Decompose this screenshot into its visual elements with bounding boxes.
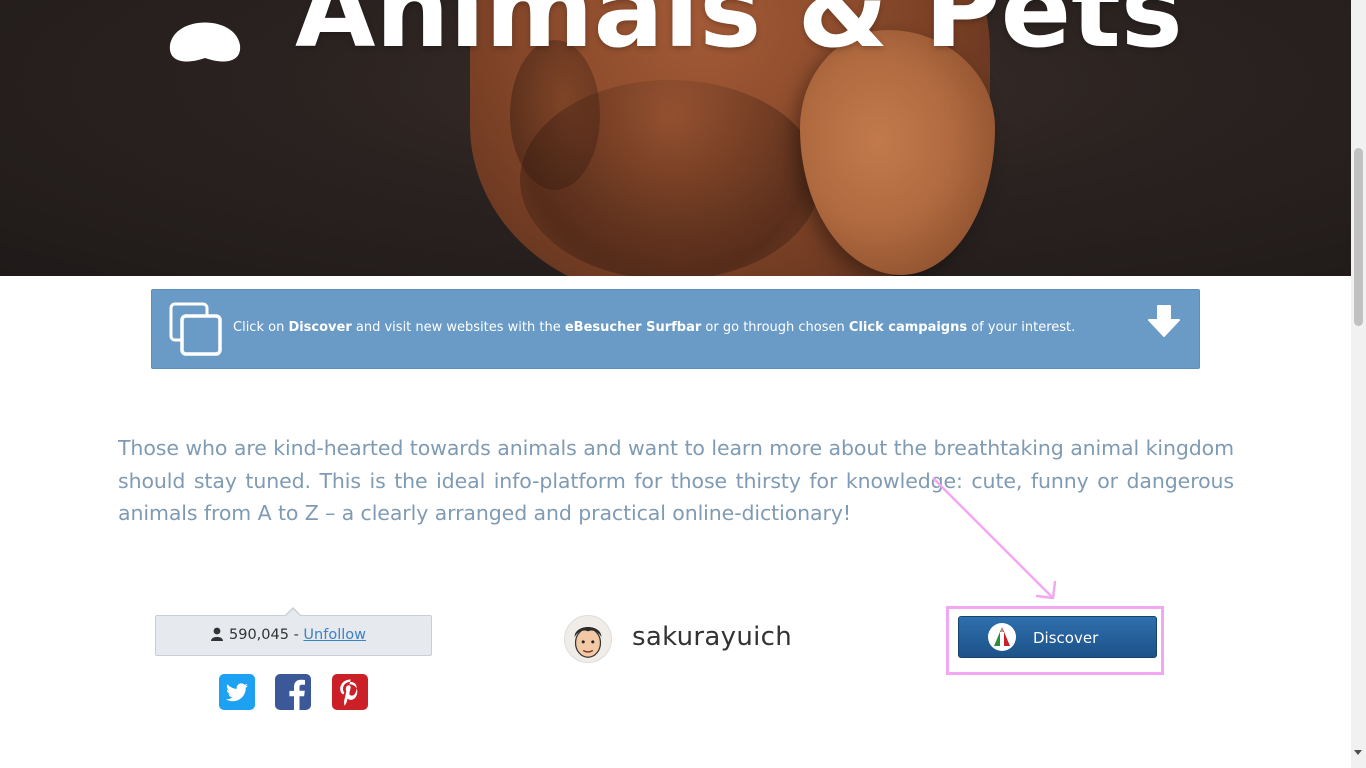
vertical-scrollbar[interactable] xyxy=(1351,0,1366,768)
scrollbar-thumb[interactable] xyxy=(1354,148,1363,326)
category-description: Those who are kind-hearted towards anima… xyxy=(118,436,1234,525)
avatar-face-icon xyxy=(574,627,602,658)
facebook-share-button[interactable] xyxy=(275,674,311,710)
discover-label: Discover xyxy=(1033,629,1099,647)
unfollow-link[interactable]: Unfollow xyxy=(303,627,366,643)
discover-button[interactable]: Discover xyxy=(958,616,1157,658)
scroll-down-arrow-icon[interactable] xyxy=(1354,750,1362,755)
facebook-icon xyxy=(275,674,311,710)
twitter-share-button[interactable] xyxy=(219,674,255,710)
info-banner-segment: Click on xyxy=(233,320,289,335)
ebesucher-logo-icon xyxy=(988,623,1016,651)
arrow-down-icon[interactable] xyxy=(1146,304,1182,338)
follow-box: 590,045 - Unfollow xyxy=(155,607,432,656)
hero-banner: Animals & Pets xyxy=(0,0,1351,276)
info-banner-text: Click on Discover and visit new websites… xyxy=(233,320,1075,335)
info-banner[interactable]: Click on Discover and visit new websites… xyxy=(151,289,1200,369)
info-banner-segment: Click campaigns xyxy=(848,320,968,335)
info-banner-segment: Discover xyxy=(288,320,352,335)
avatar[interactable] xyxy=(564,615,612,663)
pinterest-icon xyxy=(332,674,368,710)
info-banner-segment: of your interest. xyxy=(967,320,1076,335)
profile-username[interactable]: sakurayuich xyxy=(632,622,792,652)
info-banner-segment: or go through chosen xyxy=(701,320,849,335)
hero-title: Animals & Pets xyxy=(295,0,1183,71)
pinterest-share-button[interactable] xyxy=(332,674,368,710)
info-banner-segment: and visit new websites with the xyxy=(351,320,565,335)
info-banner-segment: eBesucher Surfbar xyxy=(564,320,702,335)
copy-icon xyxy=(169,302,222,356)
paw-icon xyxy=(169,22,241,62)
follower-count: 590,045 xyxy=(229,627,289,643)
user-icon xyxy=(211,627,223,641)
pointer-arrow-icon xyxy=(932,477,1057,600)
twitter-icon xyxy=(219,674,255,710)
follow-separator: - xyxy=(293,627,299,643)
